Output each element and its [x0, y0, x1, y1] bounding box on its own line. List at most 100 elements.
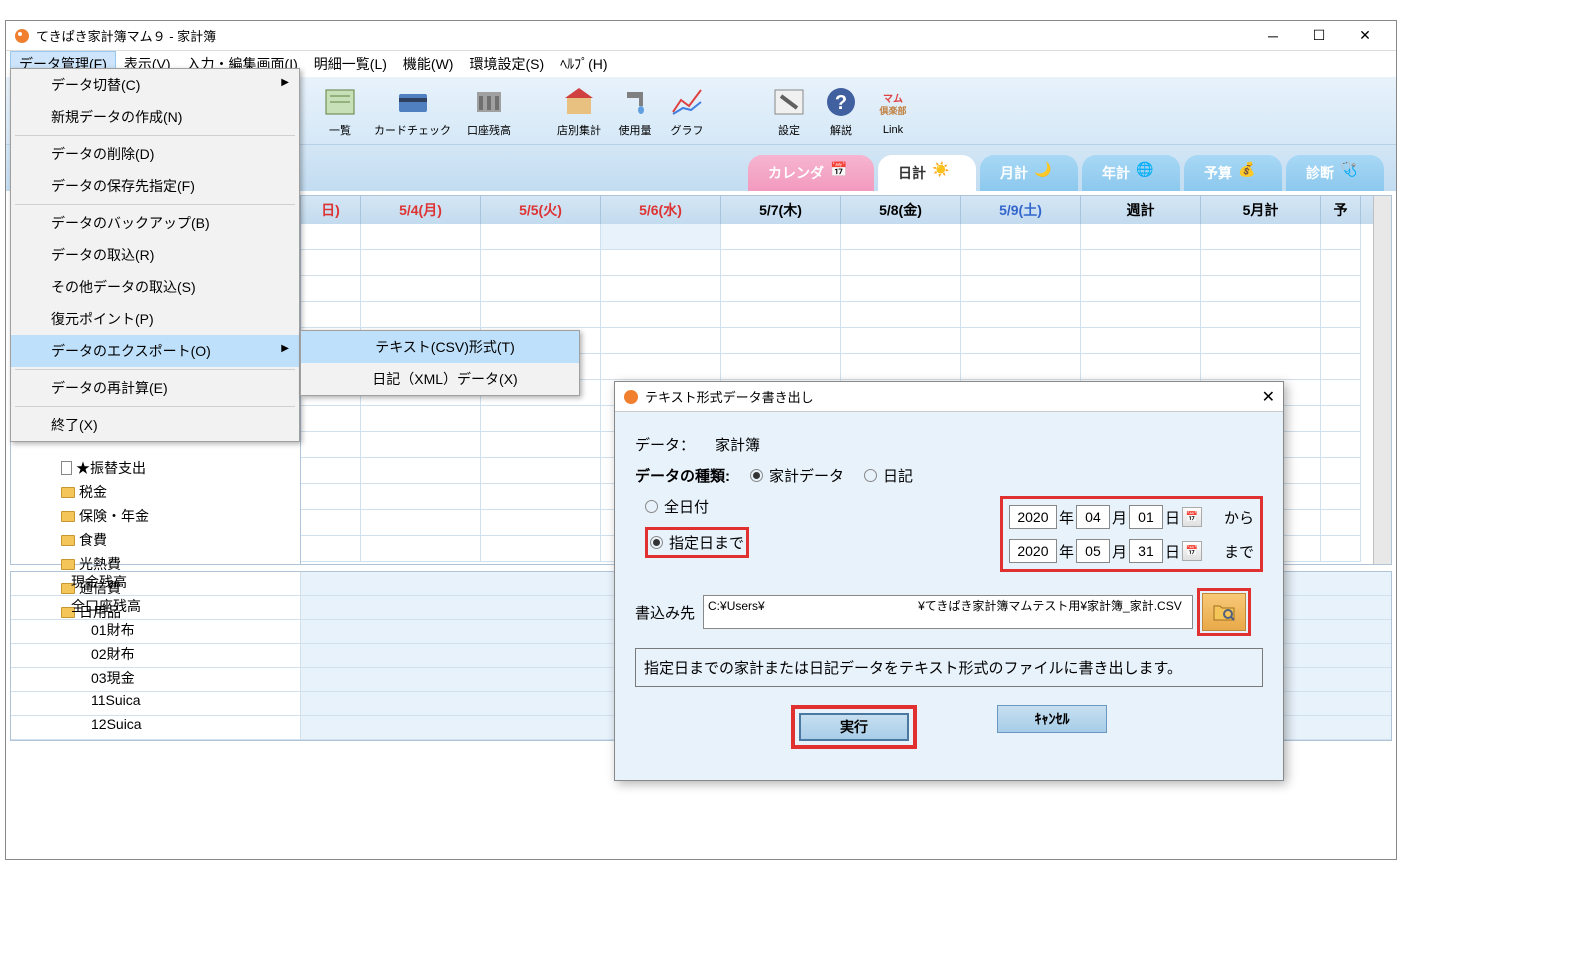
- grid-cell[interactable]: [601, 354, 721, 380]
- grid-cell[interactable]: [601, 328, 721, 354]
- grid-cell[interactable]: [721, 302, 841, 328]
- col-header[interactable]: 5/5(火): [481, 196, 601, 224]
- grid-cell[interactable]: [361, 276, 481, 302]
- tool-link[interactable]: マム倶楽部Link: [867, 82, 919, 140]
- from-month-input[interactable]: [1076, 505, 1110, 529]
- vertical-scrollbar[interactable]: [1373, 196, 1391, 564]
- grid-cell[interactable]: [361, 302, 481, 328]
- menu-entry[interactable]: 復元ポイント(P): [11, 303, 299, 335]
- tool-help[interactable]: ?解説: [815, 80, 867, 142]
- tab-calendar[interactable]: カレンダ📅: [748, 155, 874, 191]
- grid-cell[interactable]: [841, 276, 961, 302]
- dialog-close-button[interactable]: ✕: [1262, 387, 1275, 407]
- tab-monthly[interactable]: 月計🌙: [980, 155, 1078, 191]
- from-calendar-button[interactable]: 📅: [1182, 507, 1202, 527]
- grid-cell[interactable]: [481, 458, 601, 484]
- browse-button[interactable]: [1202, 593, 1246, 631]
- grid-cell[interactable]: [841, 250, 961, 276]
- tab-budget[interactable]: 予算💰: [1184, 155, 1282, 191]
- grid-cell[interactable]: [481, 302, 601, 328]
- grid-cell[interactable]: [1081, 328, 1201, 354]
- grid-cell[interactable]: [1081, 302, 1201, 328]
- tool-store-summary[interactable]: 店別集計: [549, 80, 609, 142]
- tree-node[interactable]: 食費: [11, 528, 300, 552]
- grid-cell[interactable]: [481, 406, 601, 432]
- tool-usage[interactable]: 使用量: [609, 80, 661, 142]
- tree-node[interactable]: 税金: [11, 480, 300, 504]
- tool-settings[interactable]: 設定: [763, 80, 815, 142]
- grid-cell[interactable]: [301, 276, 361, 302]
- to-month-input[interactable]: [1076, 539, 1110, 563]
- menu-entry[interactable]: データのエクスポート(O)▶: [11, 335, 299, 367]
- grid-cell[interactable]: [1321, 328, 1361, 354]
- grid-cell[interactable]: [481, 276, 601, 302]
- tool-list[interactable]: 一覧: [314, 80, 366, 142]
- grid-cell[interactable]: [481, 536, 601, 562]
- menu-entry[interactable]: データの再計算(E): [11, 372, 299, 404]
- grid-cell[interactable]: [1321, 380, 1361, 406]
- col-header[interactable]: 5/7(木): [721, 196, 841, 224]
- menu-help[interactable]: ﾍﾙﾌﾟ(H): [552, 52, 615, 76]
- tab-diagnosis[interactable]: 診断🩺: [1286, 155, 1384, 191]
- minimize-button[interactable]: ─: [1250, 22, 1296, 50]
- menu-entry[interactable]: 新規データの作成(N): [11, 101, 299, 133]
- grid-cell[interactable]: [1321, 458, 1361, 484]
- grid-cell[interactable]: [841, 302, 961, 328]
- menu-entry[interactable]: データのバックアップ(B): [11, 207, 299, 239]
- grid-cell[interactable]: [1201, 250, 1321, 276]
- grid-cell[interactable]: [841, 328, 961, 354]
- grid-cell[interactable]: [301, 224, 361, 250]
- grid-cell[interactable]: [361, 250, 481, 276]
- radio-all-dates[interactable]: [645, 500, 658, 513]
- from-year-input[interactable]: [1009, 505, 1057, 529]
- col-header[interactable]: 5月計: [1201, 196, 1321, 224]
- grid-cell[interactable]: [721, 276, 841, 302]
- menu-settings[interactable]: 環境設定(S): [461, 52, 552, 76]
- grid-cell[interactable]: [301, 406, 361, 432]
- col-header[interactable]: 予: [1321, 196, 1361, 224]
- maximize-button[interactable]: ☐: [1296, 22, 1342, 50]
- grid-cell[interactable]: [1321, 432, 1361, 458]
- grid-cell[interactable]: [1321, 276, 1361, 302]
- radio-kakei-data[interactable]: [750, 469, 763, 482]
- grid-cell[interactable]: [1321, 302, 1361, 328]
- grid-cell[interactable]: [1081, 250, 1201, 276]
- grid-cell[interactable]: [961, 328, 1081, 354]
- menu-detail-list[interactable]: 明細一覧(L): [306, 52, 395, 76]
- grid-cell[interactable]: [361, 484, 481, 510]
- to-year-input[interactable]: [1009, 539, 1057, 563]
- grid-cell[interactable]: [1081, 224, 1201, 250]
- grid-cell[interactable]: [601, 302, 721, 328]
- col-header[interactable]: 5/8(金): [841, 196, 961, 224]
- tab-yearly[interactable]: 年計🌐: [1082, 155, 1180, 191]
- grid-cell[interactable]: [301, 250, 361, 276]
- menu-entry[interactable]: データの取込(R): [11, 239, 299, 271]
- grid-cell[interactable]: [1201, 224, 1321, 250]
- menu-entry[interactable]: 終了(X): [11, 409, 299, 441]
- grid-cell[interactable]: [301, 536, 361, 562]
- grid-cell[interactable]: [961, 354, 1081, 380]
- grid-cell[interactable]: [361, 406, 481, 432]
- grid-cell[interactable]: [1201, 328, 1321, 354]
- menu-entry[interactable]: データの削除(D): [11, 138, 299, 170]
- grid-cell[interactable]: [721, 224, 841, 250]
- submenu-entry[interactable]: テキスト(CSV)形式(T): [301, 331, 579, 363]
- grid-cell[interactable]: [1081, 276, 1201, 302]
- grid-cell[interactable]: [961, 224, 1081, 250]
- grid-cell[interactable]: [841, 354, 961, 380]
- grid-cell[interactable]: [1321, 224, 1361, 250]
- col-header[interactable]: 日): [301, 196, 361, 224]
- menu-entry[interactable]: データの保存先指定(F): [11, 170, 299, 202]
- grid-cell[interactable]: [361, 432, 481, 458]
- to-day-input[interactable]: [1129, 539, 1163, 563]
- tool-account-balance[interactable]: 口座残高: [459, 80, 519, 142]
- radio-until-date[interactable]: [650, 536, 663, 549]
- grid-cell[interactable]: [481, 484, 601, 510]
- grid-cell[interactable]: [721, 250, 841, 276]
- grid-cell[interactable]: [601, 224, 721, 250]
- grid-cell[interactable]: [1081, 354, 1201, 380]
- tab-daily[interactable]: 日計☀️: [878, 155, 976, 191]
- submenu-entry[interactable]: 日記（XML）データ(X): [301, 363, 579, 395]
- grid-cell[interactable]: [721, 328, 841, 354]
- tree-node[interactable]: ★振替支出: [11, 456, 300, 480]
